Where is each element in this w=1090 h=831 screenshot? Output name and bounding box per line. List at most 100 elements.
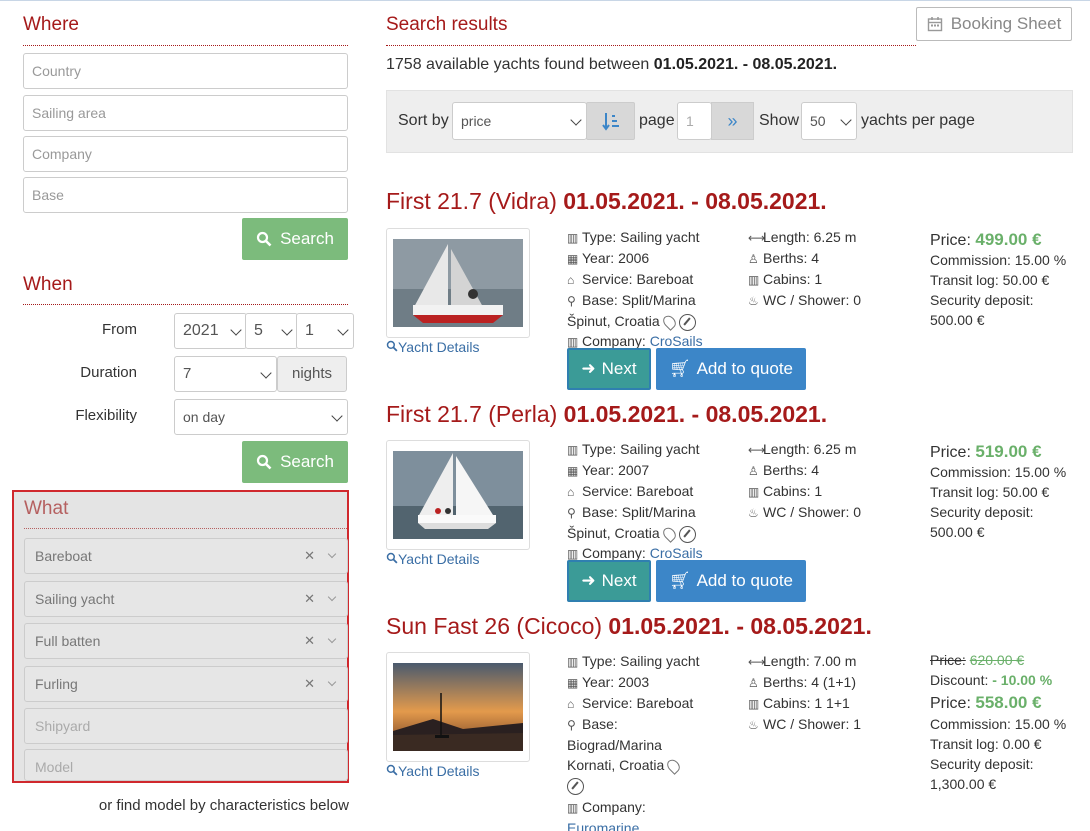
chevron-down-icon xyxy=(840,114,852,126)
zoom-icon xyxy=(386,764,398,776)
page-input[interactable]: 1 xyxy=(677,102,712,140)
month-select[interactable]: 5 xyxy=(245,313,298,349)
add-to-quote-button[interactable]: 🛒︎ Add to quote xyxy=(656,348,806,390)
spec-location: Špinut, Croatia xyxy=(567,313,660,329)
base-input[interactable]: Base xyxy=(23,177,348,213)
yacht-title[interactable]: First 21.7 (Perla) 01.05.2021. - 08.05.2… xyxy=(386,401,827,428)
zoom-icon xyxy=(386,340,398,352)
spec-wc: WC / Shower: 0 xyxy=(763,504,862,520)
yacht-name: First 21.7 (Perla) xyxy=(386,401,558,427)
yacht-specs-right: ⟷Length: 7.00 m ♙ Berths: 4 (1+1) ▥ Cabins… xyxy=(748,651,861,735)
shower-icon: ♨ xyxy=(748,718,759,732)
sort-ascending-icon xyxy=(601,113,619,131)
when-divider xyxy=(23,304,348,305)
yacht-image xyxy=(393,451,523,539)
pin-icon[interactable] xyxy=(660,525,678,544)
summary-prefix: 1758 available yachts found between xyxy=(386,56,650,73)
chevron-down-icon xyxy=(331,410,343,422)
year-select[interactable]: 2021 xyxy=(174,313,247,349)
next-button[interactable]: ➜ Next xyxy=(567,348,651,390)
yacht-details-link[interactable]: Yacht Details xyxy=(386,339,479,355)
price-value: 519.00 € xyxy=(975,442,1042,461)
double-chevron-right-icon: » xyxy=(727,110,738,131)
pin-icon[interactable] xyxy=(660,313,678,332)
yacht-specs-left: ▥ Type: Sailing yacht ▦ Year: 2006 ⌂ Servic… xyxy=(567,227,703,352)
per-page-label: yachts per page xyxy=(861,112,975,129)
clear-icon[interactable]: ✕ xyxy=(304,582,315,616)
spec-length: Length: 7.00 m xyxy=(763,653,857,669)
spec-company-label: Company: xyxy=(582,333,646,349)
compass-icon[interactable] xyxy=(567,777,584,795)
spec-wc: WC / Shower: 1 xyxy=(763,716,862,732)
yacht-title[interactable]: First 21.7 (Vidra) 01.05.2021. - 08.05.2… xyxy=(386,188,827,215)
compass-icon[interactable] xyxy=(678,313,696,331)
yacht-details-link[interactable]: Yacht Details xyxy=(386,763,479,779)
clear-icon[interactable]: ✕ xyxy=(304,624,315,658)
duration-label: Duration xyxy=(80,364,137,381)
filter-chip-sailing-yacht[interactable]: Sailing yacht ✕ xyxy=(24,581,348,617)
chip-label: Furling xyxy=(35,676,78,692)
add-to-quote-button[interactable]: 🛒︎ Add to quote xyxy=(656,560,806,602)
yacht-photo[interactable] xyxy=(386,652,530,762)
old-price-value: 620.00 € xyxy=(969,652,1025,668)
calendar-icon: ▦ xyxy=(567,464,579,478)
page-go-button[interactable]: » xyxy=(711,102,754,140)
what-divider xyxy=(24,528,347,529)
filter-chip-bareboat[interactable]: Bareboat ✕ xyxy=(24,538,348,574)
clear-icon[interactable]: ✕ xyxy=(304,667,315,701)
deposit-label: Security deposit: xyxy=(930,756,1034,772)
shower-icon: ♨ xyxy=(748,294,759,308)
company-link[interactable]: CroSails xyxy=(650,545,703,561)
country-input[interactable]: Country xyxy=(23,53,348,89)
chip-label: Bareboat xyxy=(35,548,92,564)
duration-select[interactable]: 7 xyxy=(174,356,277,392)
yacht-details-link[interactable]: Yacht Details xyxy=(386,551,479,567)
next-label: Next xyxy=(601,571,637,590)
yacht-specs-right: ⟷Length: 6.25 m ♙ Berths: 4 ▥ Cabins: 1 ♨ W… xyxy=(748,227,861,311)
arrows-h-icon: ⟷ xyxy=(748,231,766,245)
yacht-title[interactable]: Sun Fast 26 (Cicoco) 01.05.2021. - 08.05… xyxy=(386,613,872,640)
where-search-button[interactable]: Search xyxy=(242,218,348,260)
model-input[interactable]: Model xyxy=(24,749,348,781)
day-select[interactable]: 1 xyxy=(296,313,354,349)
booking-sheet-button[interactable]: Booking Sheet xyxy=(916,7,1072,41)
per-page-select[interactable]: 50 xyxy=(801,102,857,140)
yacht-specs-left: ▥ Type: Sailing yacht ▦ Year: 2007 ⌂ Servic… xyxy=(567,439,703,564)
price-value: 499.00 € xyxy=(975,230,1042,249)
transit-log: Transit log: 50.00 € xyxy=(930,484,1050,500)
yacht-details-label: Yacht Details xyxy=(398,763,480,779)
clear-icon[interactable]: ✕ xyxy=(304,539,315,573)
company-link[interactable]: Euromarine xyxy=(567,820,639,831)
sailing-area-input[interactable]: Sailing area xyxy=(23,95,348,131)
company-input[interactable]: Company xyxy=(23,136,348,172)
spec-cabins: Cabins: 1 1+1 xyxy=(763,695,850,711)
spec-company-label: Company: xyxy=(582,799,646,815)
page-label: page xyxy=(639,112,675,129)
flexibility-select[interactable]: on day xyxy=(174,399,348,435)
when-search-button[interactable]: Search xyxy=(242,441,348,483)
find-model-text: or find model by characteristics below xyxy=(98,797,349,814)
discount: Discount: - 10.00 % xyxy=(930,672,1052,688)
company-link[interactable]: CroSails xyxy=(650,333,703,349)
gift-icon: ⌂ xyxy=(567,697,575,711)
spec-base: Base: xyxy=(582,716,618,732)
pin-icon[interactable] xyxy=(664,757,683,776)
shipyard-input[interactable]: Shipyard xyxy=(24,708,348,744)
yacht-dates: 01.05.2021. - 08.05.2021. xyxy=(608,613,872,639)
booking-sheet-label: Booking Sheet xyxy=(950,14,1062,33)
next-button[interactable]: ➜ Next xyxy=(567,560,651,602)
compass-icon[interactable] xyxy=(678,525,696,543)
yacht-photo[interactable] xyxy=(386,440,530,550)
sort-select[interactable]: price xyxy=(452,102,587,140)
person-icon: ♙ xyxy=(748,252,759,266)
sort-order-button[interactable] xyxy=(586,102,635,140)
spec-base: Base: Split/Marina xyxy=(582,504,696,520)
quote-label: Add to quote xyxy=(696,359,793,378)
filter-chip-full-batten[interactable]: Full batten ✕ xyxy=(24,623,348,659)
deposit-value: 500.00 € xyxy=(930,312,985,328)
yacht-photo[interactable] xyxy=(386,228,530,338)
results-summary: 1758 available yachts found between 01.0… xyxy=(386,56,837,74)
filter-chip-furling[interactable]: Furling ✕ xyxy=(24,666,348,702)
results-divider xyxy=(386,45,916,46)
search-icon xyxy=(256,454,272,470)
